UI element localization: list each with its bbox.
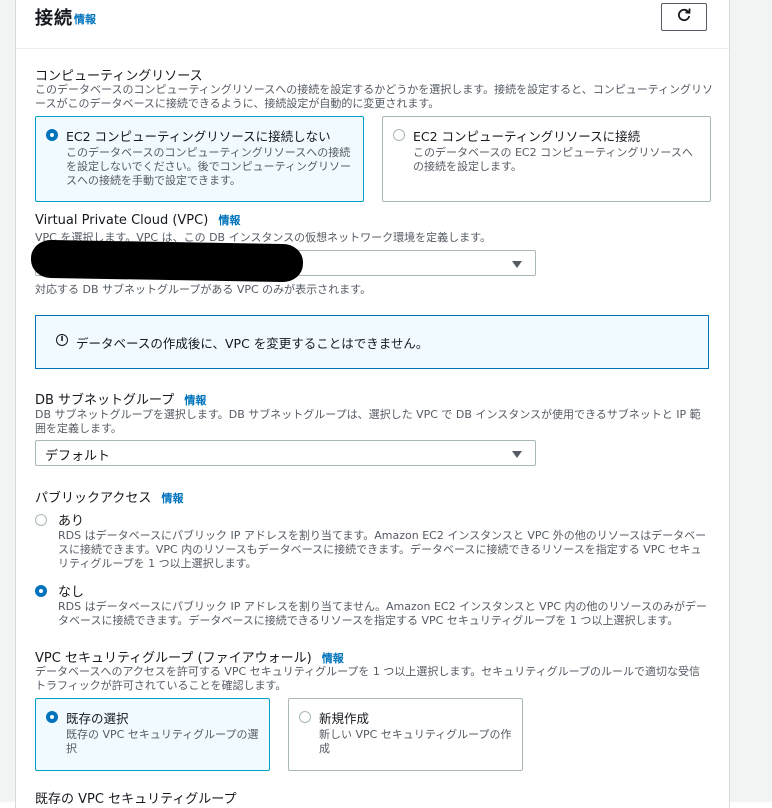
security-group-info-link[interactable]: 情報 — [322, 652, 344, 665]
caret-down-icon — [512, 451, 522, 458]
redaction-mark — [30, 239, 304, 283]
compute-description: このデータベースのコンピューティングリソースへの接続を設定するかどうかを選択しま… — [35, 83, 714, 110]
vpc-info-link[interactable]: 情報 — [218, 214, 240, 227]
public-yes-description: RDS はデータベースにパブリック IP アドレスを割り当てます。Amazon … — [58, 529, 707, 570]
subnet-select-value: デフォルト — [45, 449, 111, 464]
security-group-option-description: 既存の VPC セキュリティグループの選択 — [66, 728, 259, 755]
subnet-info-link[interactable]: 情報 — [184, 394, 206, 407]
public-access-title-text: パブリックアクセス — [35, 491, 152, 506]
security-group-option-new[interactable]: 新規作成 新しい VPC セキュリティグループの作成 — [288, 698, 523, 771]
security-group-title: VPC セキュリティグループ (ファイアウォール) 情報 — [35, 647, 344, 666]
vpc-title-text: Virtual Private Cloud (VPC) — [35, 213, 209, 228]
caret-down-icon — [512, 261, 522, 268]
public-access-title: パブリックアクセス 情報 — [35, 487, 184, 506]
section-title: 接続 — [35, 8, 73, 29]
security-group-option-label: 新規作成 — [319, 711, 370, 726]
subnet-description: DB サブネットグループを選択します。DB サブネットグループは、選択した VP… — [35, 408, 701, 435]
security-group-option-description: 新しい VPC セキュリティグループの作成 — [319, 728, 512, 755]
subnet-title-text: DB サブネットグループ — [35, 393, 175, 408]
refresh-icon — [676, 7, 692, 27]
public-access-info-link[interactable]: 情報 — [162, 492, 184, 505]
public-no-label[interactable]: なし — [58, 581, 84, 600]
radio-new[interactable] — [299, 711, 311, 723]
panel-header: 接続 情報 — [16, 0, 729, 49]
page-background-right — [729, 0, 772, 802]
page-background-left — [0, 0, 15, 802]
security-group-option-existing[interactable]: 既存の選択 既存の VPC セキュリティグループの選択 — [35, 698, 270, 771]
security-group-title-text: VPC セキュリティグループ (ファイアウォール) — [35, 651, 312, 666]
vpc-hint: 対応する DB サブネットグループがある VPC のみが表示されます。 — [35, 283, 372, 296]
compute-title: コンピューティングリソース — [35, 69, 203, 84]
existing-security-group-label: 既存の VPC セキュリティグループ — [35, 792, 237, 807]
compute-option-description: このデータベースのコンピューティングリソースへの接続を設定しないでください。後で… — [66, 146, 352, 187]
compute-option-label: EC2 コンピューティングリソースに接続しない — [66, 129, 331, 144]
subnet-select[interactable]: デフォルト — [35, 440, 536, 466]
compute-option-description: このデータベースの EC2 コンピューティングリソースへの接続を設定します。 — [413, 146, 693, 173]
alert-text: データベースの作成後に、VPC を変更することはできません。 — [76, 336, 429, 351]
vpc-title: Virtual Private Cloud (VPC) 情報 — [35, 212, 240, 228]
info-icon: i — [56, 334, 68, 346]
compute-option-connect[interactable]: EC2 コンピューティングリソースに接続 このデータベースの EC2 コンピュー… — [382, 116, 711, 202]
section-info-link[interactable]: 情報 — [74, 11, 96, 27]
radio-public-no[interactable] — [35, 585, 47, 597]
radio-existing[interactable] — [46, 711, 58, 723]
radio-public-yes[interactable] — [35, 514, 47, 526]
security-group-option-label: 既存の選択 — [66, 711, 129, 726]
vpc-info-alert: i データベースの作成後に、VPC を変更することはできません。 — [35, 315, 709, 369]
subnet-title: DB サブネットグループ 情報 — [35, 389, 206, 408]
compute-option-label: EC2 コンピューティングリソースに接続 — [413, 129, 641, 144]
radio-do-not-connect[interactable] — [46, 129, 58, 141]
compute-option-do-not-connect[interactable]: EC2 コンピューティングリソースに接続しない このデータベースのコンピューティ… — [35, 116, 364, 202]
refresh-button[interactable] — [661, 3, 707, 31]
radio-connect[interactable] — [393, 129, 405, 141]
public-yes-label[interactable]: あり — [58, 510, 84, 529]
public-no-description: RDS はデータベースにパブリック IP アドレスを割り当てません。Amazon… — [58, 600, 707, 627]
security-group-description: データベースへのアクセスを許可する VPC セキュリティグループを 1 つ以上選… — [35, 665, 700, 692]
